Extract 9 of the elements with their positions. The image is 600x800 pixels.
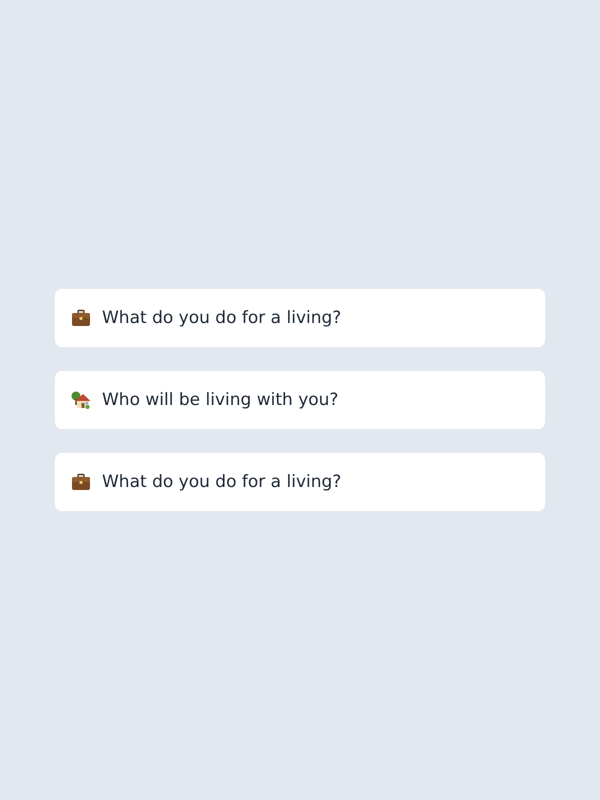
question-card[interactable]: What do you do for a living? [54,452,546,512]
question-card[interactable]: Who will be living with you? [54,370,546,430]
house-with-tree-icon [71,390,91,410]
question-card[interactable]: What do you do for a living? [54,288,546,348]
briefcase-icon [71,308,91,328]
question-text: What do you do for a living? [102,308,342,328]
briefcase-icon [71,472,91,492]
question-text: Who will be living with you? [102,390,338,410]
question-text: What do you do for a living? [102,472,342,492]
